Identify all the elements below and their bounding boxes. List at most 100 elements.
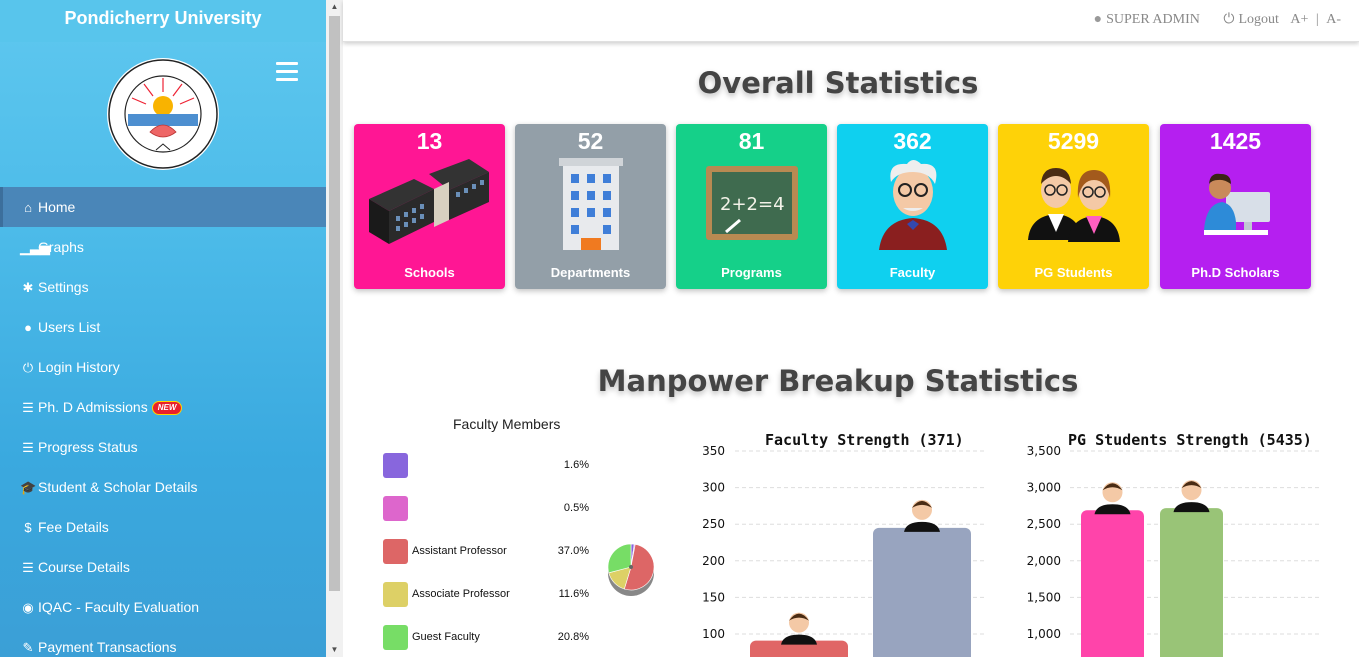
sidebar-item-label: Ph. D Admissions xyxy=(38,399,148,415)
topbar-actions: ● SUPER ADMIN ⏻ Logout A+ | A- xyxy=(1090,12,1341,28)
stat-count: 13 xyxy=(416,128,443,154)
sidebar-item-student-scholar-details[interactable]: 🎓 Student & Scholar Details xyxy=(0,467,326,507)
y-tick-label: 250 xyxy=(702,517,725,531)
sidebar-item-label: Settings xyxy=(38,279,89,295)
sidebar-item-fee-details[interactable]: $ Fee Details xyxy=(0,507,326,547)
legend-item: Assistant Professor 37.0% xyxy=(383,539,603,565)
font-decrease-link[interactable]: A- xyxy=(1326,12,1341,27)
stat-count: 362 xyxy=(893,128,932,154)
font-increase-link[interactable]: A+ xyxy=(1290,12,1308,27)
sidebar-item-label: Users List xyxy=(38,319,101,335)
y-tick-label: 2,500 xyxy=(1027,517,1061,531)
sidebar-item-settings[interactable]: ✱ Settings xyxy=(0,267,326,307)
menu-toggle-icon[interactable] xyxy=(276,62,298,81)
sidebar-item-label: Student & Scholar Details xyxy=(38,479,198,495)
legend-label: Associate Professor xyxy=(412,588,510,600)
legend-swatch xyxy=(383,582,408,607)
y-tick-label: 3,500 xyxy=(1027,444,1061,458)
user-icon: ● xyxy=(1093,12,1103,27)
sidebar-item-iqac-faculty-evaluation[interactable]: ◉ IQAC - Faculty Evaluation xyxy=(0,587,326,627)
new-badge: NEW xyxy=(151,401,183,416)
stat-card-programs[interactable]: 81 2+2=4 Programs xyxy=(676,124,827,289)
wrench-icon: ✎ xyxy=(22,640,34,655)
separator: | xyxy=(1315,12,1319,27)
stat-card-faculty[interactable]: 362 Faculty xyxy=(837,124,988,289)
y-tick-label: 350 xyxy=(702,444,725,458)
bar[interactable] xyxy=(873,527,971,657)
scroll-down-arrow-icon[interactable]: ▼ xyxy=(326,643,343,657)
legend-swatch xyxy=(383,539,408,564)
overall-statistics-heading: Overall Statistics xyxy=(697,66,979,100)
stat-label: Schools xyxy=(404,265,455,280)
table-icon: ☰ xyxy=(22,440,34,455)
y-tick-label: 2,000 xyxy=(1027,554,1061,568)
legend-label: Assistant Professor xyxy=(412,545,507,557)
bar[interactable] xyxy=(1081,510,1144,657)
legend-item: 1.6% xyxy=(383,453,603,479)
table-icon: ☰ xyxy=(22,560,34,575)
logout-icon[interactable]: ⏻ xyxy=(1223,12,1234,27)
pie-chart-title: Faculty Members xyxy=(453,416,561,432)
pie-center xyxy=(629,565,633,569)
home-icon: ⌂ xyxy=(24,200,32,215)
sidebar-item-label: Course Details xyxy=(38,559,130,575)
stat-label: Faculty xyxy=(889,265,936,280)
stat-label: Programs xyxy=(721,265,782,280)
scholar-computer-icon xyxy=(1204,173,1270,235)
y-tick-label: 200 xyxy=(702,554,725,568)
sidebar-item-payment-transactions[interactable]: ✎ Payment Transactions xyxy=(0,627,326,657)
manpower-statistics-heading: Manpower Breakup Statistics xyxy=(597,364,1079,398)
faculty-strength-chart[interactable]: 100 150 200 250 300 350 xyxy=(690,440,1000,657)
sidebar-item-label: Graphs xyxy=(38,239,84,255)
stat-card-schools[interactable]: 13 Schools xyxy=(354,124,505,289)
stat-card-pg-students[interactable]: 5299 PG Students xyxy=(998,124,1149,289)
stat-card-departments[interactable]: 52 Departments xyxy=(515,124,666,289)
professor-icon xyxy=(879,160,947,250)
bar-chart-icon: ▁▃▅ xyxy=(20,240,50,255)
y-tick-label: 300 xyxy=(702,481,725,495)
table-icon: ☰ xyxy=(22,400,34,415)
sidebar-item-label: IQAC - Faculty Evaluation xyxy=(38,599,200,615)
sidebar-item-label: Login History xyxy=(38,359,120,375)
students-icon xyxy=(1028,168,1120,242)
university-logo xyxy=(107,58,219,170)
legend-swatch xyxy=(383,453,408,478)
sidebar-item-label: Home xyxy=(38,199,76,215)
stat-label: Departments xyxy=(550,265,631,280)
bar[interactable] xyxy=(1160,508,1223,657)
scroll-up-arrow-icon[interactable]: ▲ xyxy=(326,0,343,14)
sidebar-item-phd-admissions[interactable]: ☰ Ph. D Admissions NEW xyxy=(0,387,326,427)
power-icon: ⏻ xyxy=(22,360,34,375)
stat-label: Ph.D Scholars xyxy=(1191,265,1280,280)
user-name[interactable]: SUPER ADMIN xyxy=(1106,12,1200,27)
sidebar-item-progress-status[interactable]: ☰ Progress Status xyxy=(0,427,326,467)
legend-percent: 0.5% xyxy=(563,502,589,514)
female-students-icon xyxy=(1094,482,1131,515)
eye-icon: ◉ xyxy=(22,600,34,615)
legend-label: Guest Faculty xyxy=(412,631,480,643)
graduation-cap-icon: 🎓 xyxy=(20,480,37,495)
sidebar-item-graphs[interactable]: ▁▃▅Graphs xyxy=(0,227,326,267)
legend-percent: 37.0% xyxy=(557,545,589,557)
logout-link[interactable]: Logout xyxy=(1238,12,1278,27)
user-icon: ● xyxy=(24,320,32,335)
scrollbar-thumb[interactable] xyxy=(329,16,340,591)
legend-swatch xyxy=(383,496,408,521)
office-building-icon xyxy=(559,158,623,250)
stat-label: PG Students xyxy=(1034,265,1113,280)
topbar: ● SUPER ADMIN ⏻ Logout A+ | A- xyxy=(343,0,1359,42)
stat-card-phd-scholars[interactable]: 1425 Ph.D Scholars xyxy=(1160,124,1311,289)
sidebar-item-login-history[interactable]: ⏻ Login History xyxy=(0,347,326,387)
sidebar-scrollbar[interactable]: ▲ ▼ xyxy=(326,0,343,657)
legend-item: 0.5% xyxy=(383,496,603,522)
svg-text:2+2=4: 2+2=4 xyxy=(720,194,785,215)
sidebar-item-users-list[interactable]: ● Users List xyxy=(0,307,326,347)
sidebar-item-label: Fee Details xyxy=(38,519,109,535)
sidebar: Pondicherry University ⌂ Home ▁▃▅Graphs ✱… xyxy=(0,0,326,657)
y-tick-label: 3,000 xyxy=(1027,481,1061,495)
sidebar-item-course-details[interactable]: ☰ Course Details xyxy=(0,547,326,587)
faculty-pie-chart[interactable] xyxy=(600,540,662,602)
legend-item: Guest Faculty 20.8% xyxy=(383,625,603,651)
sidebar-item-home[interactable]: ⌂ Home xyxy=(0,187,326,227)
pg-students-strength-chart[interactable]: 1,000 1,500 2,000 2,500 3,000 3,500 xyxy=(1015,440,1335,657)
